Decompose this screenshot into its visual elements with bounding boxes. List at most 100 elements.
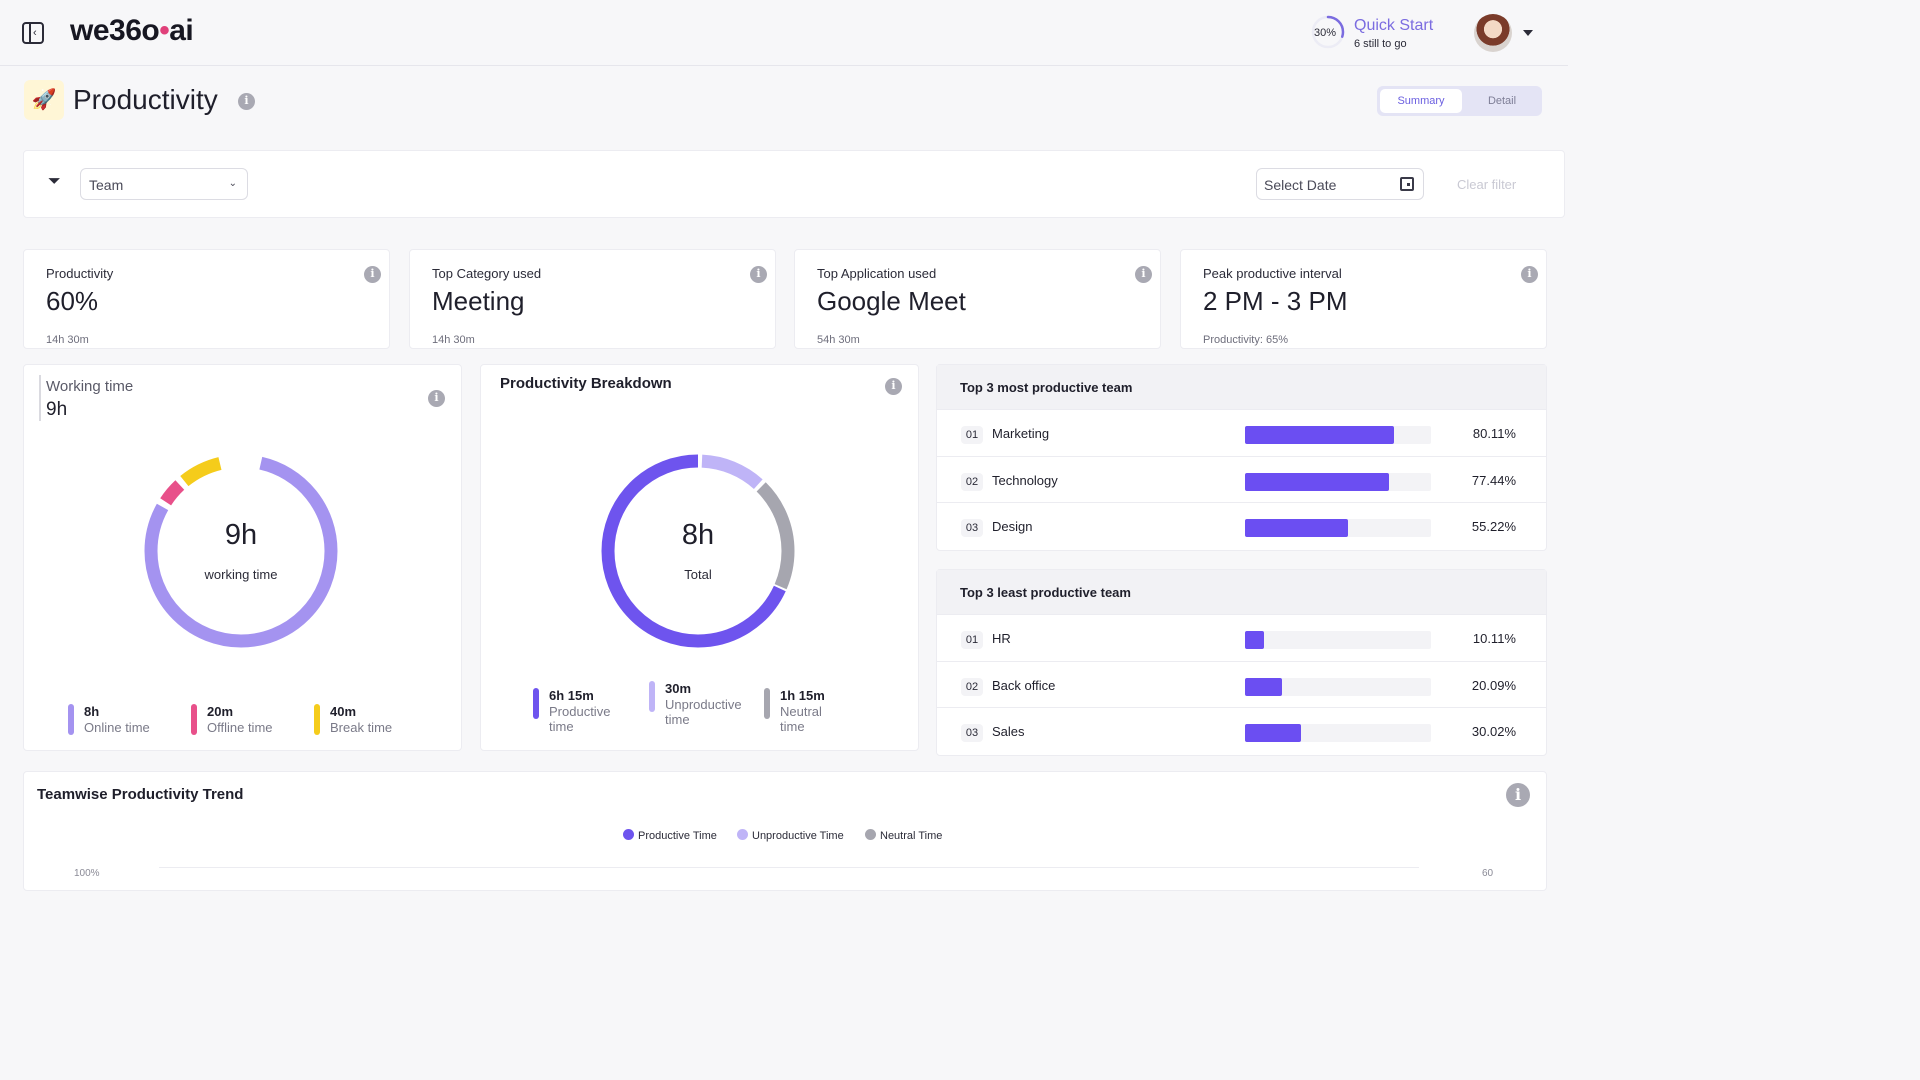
legend-swatch	[191, 704, 197, 735]
info-icon[interactable]: i	[1506, 783, 1530, 807]
legend-unproductive[interactable]: Unproductive Time	[737, 829, 844, 842]
legend-label: Break time	[330, 720, 393, 735]
legend-value: 30m	[665, 681, 692, 696]
tab-summary[interactable]: Summary	[1380, 89, 1462, 113]
progress-fill	[1245, 678, 1283, 696]
clear-filter-button[interactable]: Clear filter	[1457, 177, 1516, 192]
rank-badge: 03	[961, 724, 983, 742]
stat-card-top-category: Top Category used Meeting 14h 30m i	[409, 249, 776, 349]
legend-swatch	[533, 688, 539, 719]
view-toggle: Summary Detail	[1377, 86, 1542, 116]
info-icon[interactable]: i	[750, 266, 767, 283]
progress-fill	[1245, 631, 1264, 649]
team-select-value: Team	[89, 177, 124, 193]
most-productive-title: Top 3 most productive team	[937, 365, 1546, 409]
logo-text-o: o	[141, 14, 160, 47]
chevron-down-icon[interactable]	[1523, 30, 1533, 36]
productivity-breakdown-card: Productivity Breakdown i 8h Total 6h 15m…	[480, 364, 919, 751]
legend-label: Neutral time	[780, 704, 822, 734]
legend-label: Online time	[84, 720, 150, 735]
table-row: 02 Technology 77.44%	[937, 456, 1546, 503]
team-select[interactable]: Team ⌄	[80, 168, 248, 200]
info-icon[interactable]: i	[238, 93, 255, 110]
logo[interactable]: we36o•ai	[70, 14, 194, 48]
info-icon[interactable]: i	[1135, 266, 1152, 283]
stat-card-peak-interval: Peak productive interval 2 PM - 3 PM Pro…	[1180, 249, 1547, 349]
team-percent: 55.22%	[1471, 519, 1516, 534]
legend-value: 6h 15m	[549, 688, 594, 703]
filter-icon[interactable]: ⏷	[48, 173, 61, 191]
stat-subtext: Productivity: 65%	[1203, 334, 1288, 346]
stat-label: Top Application used	[817, 266, 937, 281]
page-title: Productivity	[73, 84, 218, 115]
legend-label: Productive Time	[638, 830, 717, 842]
breakdown-title: Productivity Breakdown	[500, 375, 672, 392]
legend-dot	[623, 829, 634, 840]
stat-subtext: 14h 30m	[432, 334, 475, 346]
date-picker-placeholder: Select Date	[1264, 177, 1337, 193]
team-percent: 80.11%	[1472, 426, 1516, 441]
logo-text: we36	[70, 14, 142, 47]
user-avatar[interactable]	[1474, 14, 1512, 52]
legend-label: Productive time	[549, 704, 611, 734]
team-percent: 77.44%	[1471, 473, 1516, 488]
breakdown-center-label: Total	[684, 567, 712, 582]
info-icon[interactable]: i	[885, 378, 902, 395]
team-name: Marketing	[992, 426, 1050, 441]
team-percent: 10.11%	[1472, 631, 1516, 646]
progress-fill	[1245, 426, 1394, 444]
progress-fill	[1245, 473, 1390, 491]
table-row: 02 Back office 20.09%	[937, 661, 1546, 708]
most-productive-team-card: Top 3 most productive team 01 Marketing …	[936, 364, 1547, 551]
progress-track	[1245, 678, 1431, 696]
team-percent: 30.02%	[1471, 724, 1516, 739]
info-icon[interactable]: i	[428, 390, 445, 407]
stat-value: Meeting	[432, 286, 525, 316]
chevron-down-icon: ⌄	[228, 178, 237, 189]
legend-productive[interactable]: Productive Time	[623, 829, 717, 842]
info-icon[interactable]: i	[364, 266, 381, 283]
date-picker[interactable]: Select Date	[1256, 168, 1424, 200]
y-axis-right-label: 60	[1482, 868, 1494, 879]
progress-track	[1245, 519, 1431, 537]
progress-fill	[1245, 724, 1301, 742]
team-name: Design	[992, 519, 1033, 534]
team-name: HR	[992, 631, 1011, 646]
legend-dot	[737, 829, 748, 840]
team-name: Technology	[992, 473, 1058, 488]
rank-badge: 02	[961, 678, 983, 696]
stat-label: Top Category used	[432, 266, 542, 281]
table-row: 01 HR 10.11%	[937, 614, 1546, 661]
teamwise-trend-card: Teamwise Productivity Trend i Productive…	[23, 771, 1547, 891]
logo-dot-icon: •	[159, 14, 170, 47]
legend-value: 20m	[207, 704, 234, 719]
trend-title: Teamwise Productivity Trend	[37, 786, 244, 803]
progress-track	[1245, 724, 1431, 742]
quick-start-link[interactable]: Quick Start	[1354, 17, 1433, 35]
legend-neutral[interactable]: Neutral Time	[865, 829, 942, 842]
stat-subtext: 54h 30m	[817, 334, 860, 346]
stat-value: 60%	[46, 286, 99, 316]
breakdown-center-value: 8h	[681, 519, 715, 551]
info-icon[interactable]: i	[1521, 266, 1538, 283]
logo-text-ai: ai	[169, 14, 194, 47]
tab-detail[interactable]: Detail	[1465, 89, 1539, 113]
legend-label: Offline time	[207, 720, 273, 735]
sidebar-toggle-icon[interactable]: ‹	[22, 22, 44, 44]
team-name: Back office	[992, 678, 1056, 693]
legend-swatch	[764, 688, 770, 719]
team-percent: 20.09%	[1471, 678, 1516, 693]
progress-track	[1245, 426, 1431, 444]
legend-value: 40m	[330, 704, 357, 719]
working-time-center-label: working time	[204, 567, 278, 582]
stat-value: 2 PM - 3 PM	[1203, 286, 1348, 316]
stat-label: Productivity	[46, 266, 114, 281]
quick-start-percent: 30%	[1314, 27, 1337, 39]
progress-track	[1245, 473, 1431, 491]
rank-badge: 01	[961, 631, 983, 649]
table-row: 03 Design 55.22%	[937, 502, 1546, 549]
legend-swatch	[649, 681, 655, 712]
y-axis-left-label: 100%	[74, 868, 100, 879]
legend-swatch	[68, 704, 74, 735]
progress-track	[1245, 631, 1431, 649]
